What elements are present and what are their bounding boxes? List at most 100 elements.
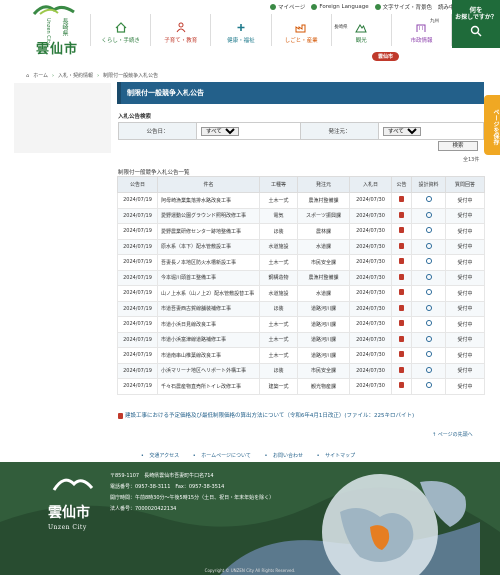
pdf-icon[interactable] (399, 304, 404, 311)
cell-notice (391, 269, 412, 286)
cell-date: 2024/07/19 (117, 269, 158, 286)
cell-qa-status: 受付中 (445, 238, 485, 255)
house-icon (115, 22, 127, 33)
utility-mypage[interactable]: マイページ (270, 3, 305, 11)
left-sidebar (14, 83, 111, 153)
cell-dept: 観光物産課 (297, 378, 350, 395)
site-logo[interactable]: Unzen City 長崎県 雲仙市 (22, 0, 88, 68)
cell-date: 2024/07/19 (117, 238, 158, 255)
breadcrumb-bid-info[interactable]: 入札・契約情報 (58, 72, 93, 79)
cell-title: 阿母崎漁業集落排水路改良工事 (157, 192, 260, 209)
magnifier-icon[interactable] (425, 211, 432, 218)
table-row: 2024/07/19 市道吾妻西古賀線舗装補修工事 ほ装 道路河川課 2024/07/3… (117, 300, 485, 317)
nav-item-industry[interactable]: しごと・産業 (270, 14, 331, 46)
magnifier-icon[interactable] (425, 382, 432, 389)
cell-type: ほ装 (259, 362, 298, 379)
magnifier-icon[interactable] (425, 242, 432, 249)
cell-notice (391, 316, 412, 333)
breadcrumb-home[interactable]: ホーム (33, 72, 48, 79)
cell-title: 千々石農産物直売所トイレ改修工事 (157, 378, 260, 395)
cell-title: 山ノ上水系（山ノ上2）配水管敷設替工事 (157, 285, 260, 302)
site-header: Unzen City 長崎県 雲仙市 マイページ Foreign Languag… (0, 0, 500, 68)
col-header: 発注元 (297, 176, 350, 193)
cell-type: 建築一式 (259, 378, 298, 395)
cell-dept: 農林課 (297, 223, 350, 240)
magnifier-icon[interactable] (425, 273, 432, 280)
copyright: Copyright © UNZEN City All Rights Reserv… (204, 568, 296, 573)
mountain-icon (355, 24, 368, 33)
nav-item-tourism[interactable]: 観光 (330, 14, 391, 46)
nav-item-childcare[interactable]: 子育て・教育 (150, 14, 210, 46)
cell-title: 小浜マリーナ地区ヘリポート外構工事 (157, 362, 260, 379)
back-to-top-link[interactable]: ↑ ページの先頭へ (432, 431, 473, 438)
nav-item-city-info[interactable]: 市政情報 (390, 14, 453, 46)
cell-qa-status: 受付中 (445, 347, 485, 364)
map-label-nagasaki: 長崎県 (332, 24, 350, 30)
cell-title: 吾妻長ノ本地区防火水槽新設工事 (157, 254, 260, 271)
cell-type: 土木一式 (259, 254, 298, 271)
search-heading: 入札公告検索 (118, 114, 152, 120)
pdf-icon[interactable] (399, 289, 404, 296)
cell-bid-date: 2024/07/30 (349, 207, 392, 224)
cell-bid-date: 2024/07/30 (349, 254, 392, 271)
footer-link-sitemap[interactable]: • サイトマップ (317, 453, 360, 459)
magnifier-icon[interactable] (425, 335, 432, 342)
table-row: 2024/07/19 愛野農業研修センター跡地整備工事 ほ装 農林課 2024/07/3… (117, 223, 485, 240)
pdf-icon[interactable] (399, 258, 404, 265)
cell-qa-status: 受付中 (445, 316, 485, 333)
cell-design-docs (411, 285, 446, 302)
magnifier-icon[interactable] (425, 320, 432, 327)
pdf-icon[interactable] (399, 242, 404, 249)
table-header-row: 公告日 件名 工種等 発注元 入札日 公告 設計資料 質問回答 (117, 176, 485, 193)
utility-text-size[interactable]: 文字サイズ・背景色 (374, 3, 432, 11)
pdf-icon[interactable] (399, 351, 404, 358)
cell-bid-date: 2024/07/30 (349, 192, 392, 209)
pdf-icon[interactable] (399, 320, 404, 327)
logo-city: 雲仙市 (36, 42, 79, 57)
table-row: 2024/07/19 今本堀川頭首工整備工事 鋼構造物 農漁村整備課 2024/07/3… (117, 269, 485, 286)
pdf-icon[interactable] (399, 211, 404, 218)
magnifier-icon[interactable] (425, 304, 432, 311)
pdf-icon[interactable] (399, 335, 404, 342)
cell-type: 土木一式 (259, 331, 298, 348)
magnifier-icon[interactable] (425, 227, 432, 234)
factory-icon (295, 24, 306, 33)
magnifier-icon[interactable] (425, 351, 432, 358)
child-icon (176, 22, 186, 33)
breadcrumb-current: 制限付一般競争入札公告 (103, 73, 159, 79)
pdf-icon[interactable] (399, 196, 404, 203)
person-icon (270, 4, 276, 10)
price-method-link[interactable]: 建設工事における予定価格及び最低制限価格の算出方法について（令和6年4月1日改正… (118, 411, 414, 419)
col-header: 公告 (391, 176, 412, 193)
results-table: 公告日 件名 工種等 発注元 入札日 公告 設計資料 質問回答 2024/07/… (117, 176, 485, 395)
date-select[interactable]: すべて (201, 126, 239, 136)
chevron-right-icon: › (52, 72, 55, 79)
search-button[interactable]: 検索 (438, 141, 478, 151)
magnifier-icon[interactable] (425, 258, 432, 265)
cell-design-docs (411, 316, 446, 333)
footer-link-access[interactable]: • 交通アクセス (141, 453, 183, 459)
dept-select[interactable]: すべて (383, 126, 421, 136)
pdf-icon[interactable] (399, 382, 404, 389)
pdf-icon[interactable] (399, 366, 404, 373)
nav-item-health[interactable]: 健康・福祉 (210, 14, 270, 46)
cell-title: 市道南串山椎葉線改良工事 (157, 347, 260, 364)
utility-foreign-language[interactable]: Foreign Language (311, 4, 369, 10)
footer-link-about[interactable]: • ホームページについて (193, 453, 255, 459)
magnifier-icon[interactable] (425, 366, 432, 373)
save-page-tab[interactable]: ページを保存 (484, 95, 500, 155)
pdf-icon[interactable] (399, 227, 404, 234)
chevron-right-icon: › (97, 72, 100, 79)
dept-cell: すべて (379, 123, 483, 139)
magnifier-icon[interactable] (425, 289, 432, 296)
cell-date: 2024/07/19 (117, 362, 158, 379)
search-help-button[interactable]: 何を お探しですか？ (452, 0, 500, 48)
cell-date: 2024/07/19 (117, 300, 158, 317)
pdf-icon[interactable] (399, 273, 404, 280)
magnifier-icon[interactable] (425, 196, 432, 203)
footer-hours: 開庁時間：午前8時30分～午後5時15分（土日、祝日・年末年始を除く） (110, 495, 275, 501)
footer-link-contact[interactable]: • お問い合わせ (264, 453, 307, 459)
cell-title: 市道小浜日見線改良工事 (157, 316, 260, 333)
cell-title: 愛野農業研修センター跡地整備工事 (157, 223, 260, 240)
nav-item-living[interactable]: くらし・手続き (90, 14, 150, 46)
